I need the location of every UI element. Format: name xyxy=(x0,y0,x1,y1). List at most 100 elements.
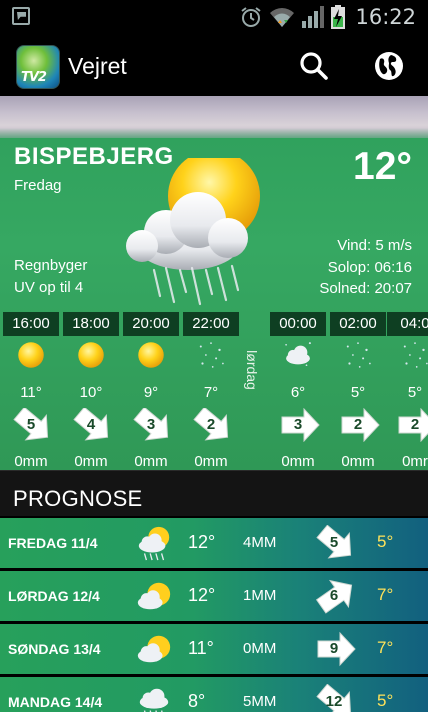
hour-temperature: 6° xyxy=(290,384,306,401)
hour-precipitation: 0mm xyxy=(341,453,375,470)
hour-wind: 2 xyxy=(193,408,233,442)
hour-wind-speed: 3 xyxy=(293,416,303,433)
forecast-day: LØRDAG 12/4 xyxy=(8,588,100,604)
sun-cloud-icon xyxy=(137,635,171,663)
forecast-wind: 6 xyxy=(316,578,354,614)
forecast-wind: 9 xyxy=(316,631,356,667)
search-icon xyxy=(300,52,328,80)
forecast-row[interactable]: MANDAG 14/4 8° 5MM 12 5° xyxy=(0,677,428,712)
hour-temperature: 11° xyxy=(20,384,42,401)
hour-time-label: 04:0 xyxy=(387,312,428,336)
hour-temperature: 10° xyxy=(79,384,103,401)
location-button[interactable] xyxy=(371,48,407,84)
hour-wind: 4 xyxy=(73,408,113,442)
hour-icon xyxy=(194,338,228,377)
condition-text: Regnbyger xyxy=(14,257,88,274)
current-details: Vind: 5 m/s Solop: 06:16 Solned: 20:07 xyxy=(319,235,412,300)
forecast-wind-speed: 5 xyxy=(329,534,339,551)
forecast-precipitation: 0MM xyxy=(243,640,277,657)
hour-wind-speed: 5 xyxy=(26,416,36,433)
notification-icon xyxy=(12,7,30,25)
signal-icon xyxy=(302,6,325,28)
logo-text: TV2 xyxy=(21,70,47,85)
hour-wind-speed: 2 xyxy=(206,416,216,433)
hour-wind-speed: 2 xyxy=(410,416,420,433)
forecast-low-temp: 5° xyxy=(377,532,394,551)
app-bar: TV2 Vejret xyxy=(0,34,428,96)
forecast-header: PROGNOSE xyxy=(0,470,428,516)
hour-precipitation: 0mm xyxy=(14,453,48,470)
hourly-time-bar: 16:00 18:00 20:00 22:00 00:00 02:00 04:0 xyxy=(0,312,428,336)
hour-time-label: 18:00 xyxy=(63,312,119,336)
sun-icon xyxy=(18,342,44,368)
hour-temperature: 5° xyxy=(350,384,366,401)
hour-icon xyxy=(74,338,108,377)
clear-night-icon xyxy=(199,342,224,368)
hour-temperature: 5° xyxy=(407,384,423,401)
forecast-low-temp: 5° xyxy=(377,691,394,710)
hour-wind: 2 xyxy=(340,408,380,442)
forecast-wind-speed: 6 xyxy=(329,587,339,604)
current-temperature: 12° xyxy=(353,145,412,188)
hour-icon xyxy=(341,338,375,377)
forecast-icon xyxy=(135,630,173,673)
sun-icon xyxy=(138,342,164,368)
app-logo[interactable]: TV2 xyxy=(16,45,60,89)
forecast-high-temp: 11° xyxy=(188,638,214,658)
hour-time-label: 20:00 xyxy=(123,312,179,336)
cloud-rain-icon xyxy=(139,688,169,712)
hour-temperature: 7° xyxy=(203,384,219,401)
forecast-high-temp: 12° xyxy=(188,532,216,552)
sky-banner xyxy=(0,96,428,138)
current-day: Fredag xyxy=(14,177,62,194)
hour-icon xyxy=(398,338,428,377)
forecast-day: MANDAG 14/4 xyxy=(8,694,103,710)
wind-text: Vind: 5 m/s xyxy=(337,237,412,254)
hour-precipitation: 0mm xyxy=(194,453,228,470)
wifi-icon xyxy=(270,8,295,27)
hour-time-label: 02:00 xyxy=(330,312,386,336)
forecast-precipitation: 5MM xyxy=(243,693,277,710)
forecast-high-temp: 8° xyxy=(188,691,206,711)
hour-time-label: 00:00 xyxy=(270,312,326,336)
hour-wind: 5 xyxy=(13,408,53,442)
forecast-row[interactable]: LØRDAG 12/4 12° 1MM 6 7° xyxy=(0,571,428,621)
hour-precipitation: 0mr xyxy=(402,453,428,470)
day-divider: lørdag xyxy=(241,342,263,404)
clear-night-icon xyxy=(346,342,371,368)
hour-time-label: 22:00 xyxy=(183,312,239,336)
forecast-title: PROGNOSE xyxy=(13,486,143,511)
forecast-row[interactable]: FREDAG 11/4 12° 4MM 5 5° xyxy=(0,518,428,568)
search-button[interactable] xyxy=(296,48,332,84)
forecast-wind-speed: 9 xyxy=(329,640,339,657)
hour-wind: 3 xyxy=(280,408,320,442)
forecast-row[interactable]: SØNDAG 13/4 11° 0MM 9 7° xyxy=(0,624,428,674)
forecast-day: SØNDAG 13/4 xyxy=(8,641,101,657)
hour-precipitation: 0mm xyxy=(74,453,108,470)
forecast-high-temp: 12° xyxy=(188,585,216,605)
hour-precipitation: 0mm xyxy=(134,453,168,470)
forecast-day: FREDAG 11/4 xyxy=(8,535,98,551)
hour-temperature: 9° xyxy=(143,384,159,401)
forecast-low-temp: 7° xyxy=(377,585,394,604)
hour-wind-speed: 4 xyxy=(86,416,96,433)
forecast-icon xyxy=(135,683,173,712)
hour-icon xyxy=(134,338,168,377)
sun-cloud-icon xyxy=(137,582,171,610)
sun-icon xyxy=(78,342,104,368)
forecast-wind: 5 xyxy=(316,525,354,561)
sunset-text: Solned: 20:07 xyxy=(319,280,412,297)
forecast-wind: 12 xyxy=(316,684,354,712)
hour-time-label: 16:00 xyxy=(3,312,59,336)
sunrise-text: Solop: 06:16 xyxy=(327,258,412,276)
forecast-wind-speed: 12 xyxy=(325,693,343,710)
hour-icon xyxy=(14,338,48,377)
battery-charging-icon xyxy=(331,5,346,29)
sun-cloud-rain-icon xyxy=(138,526,170,561)
status-bar: 16:22 xyxy=(0,0,428,34)
hour-wind-speed: 2 xyxy=(353,416,363,433)
forecast-icon xyxy=(135,524,173,567)
forecast-precipitation: 4MM xyxy=(243,534,277,551)
alarm-icon xyxy=(241,7,262,27)
hour-icon xyxy=(281,338,315,377)
